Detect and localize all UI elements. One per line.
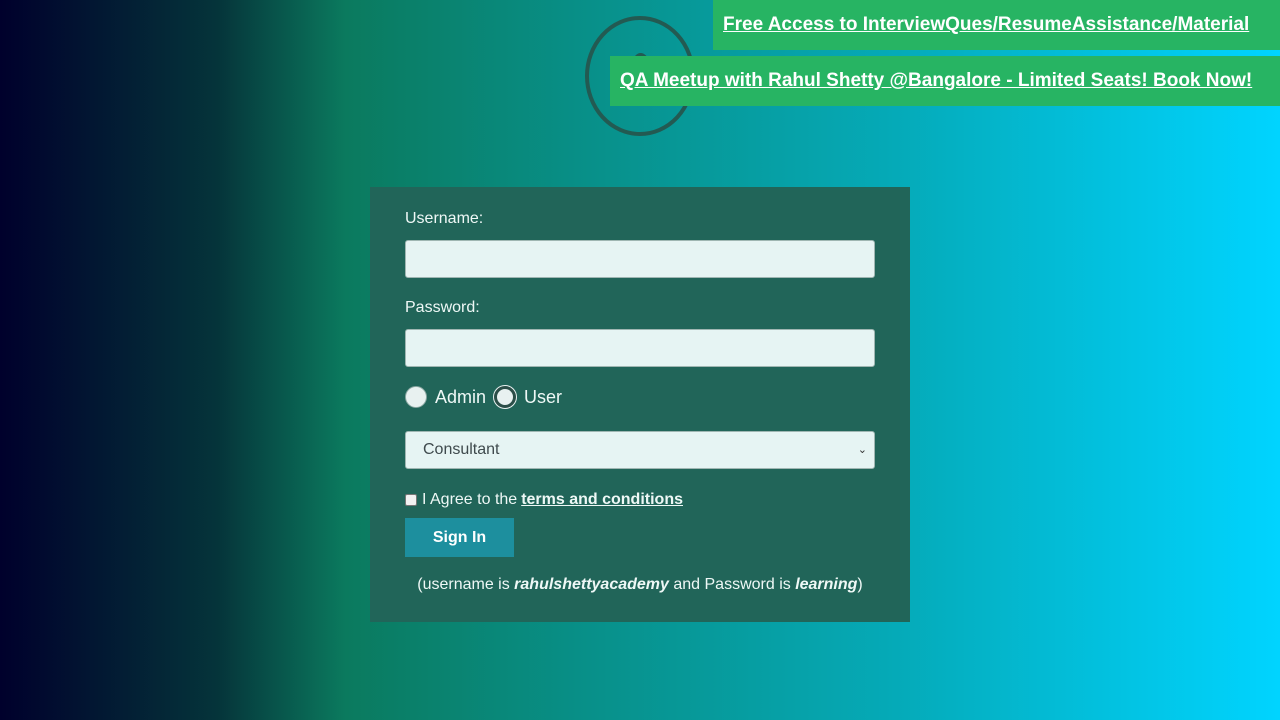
terms-link[interactable]: terms and conditions bbox=[521, 491, 683, 509]
user-radio-label[interactable]: User bbox=[524, 387, 562, 408]
hint-password: learning bbox=[795, 576, 858, 593]
admin-radio[interactable] bbox=[405, 386, 427, 408]
hint-username: rahulshettyacademy bbox=[514, 576, 669, 593]
hint-suffix: ) bbox=[857, 576, 863, 593]
qa-meetup-link[interactable]: QA Meetup with Rahul Shetty @Bangalore -… bbox=[620, 70, 1252, 91]
interview-material-banner: Free Access to InterviewQues/ResumeAssis… bbox=[713, 0, 1280, 50]
username-input[interactable] bbox=[405, 240, 875, 278]
hint-prefix: (username is bbox=[417, 576, 515, 593]
hint-middle: and Password is bbox=[668, 576, 796, 593]
interview-material-link[interactable]: Free Access to InterviewQues/ResumeAssis… bbox=[723, 14, 1249, 35]
qa-meetup-banner: QA Meetup with Rahul Shetty @Bangalore -… bbox=[610, 56, 1280, 106]
password-input[interactable] bbox=[405, 329, 875, 367]
username-label: Username: bbox=[405, 210, 484, 227]
agree-text: I Agree to the bbox=[422, 491, 518, 508]
password-label: Password: bbox=[405, 299, 480, 316]
role-dropdown-value: Consultant bbox=[423, 441, 500, 458]
terms-checkbox[interactable] bbox=[405, 494, 417, 506]
admin-radio-label[interactable]: Admin bbox=[435, 387, 486, 408]
terms-row: I Agree to the terms and conditions bbox=[405, 490, 875, 510]
credentials-hint: (username is rahulshettyacademy and Pass… bbox=[405, 574, 875, 596]
role-dropdown[interactable]: Consultant ⌄ bbox=[405, 431, 875, 469]
user-radio[interactable] bbox=[494, 386, 517, 408]
chevron-down-icon: ⌄ bbox=[857, 444, 867, 456]
sign-in-button[interactable]: Sign In bbox=[405, 518, 514, 557]
role-radio-group: Admin User bbox=[405, 384, 875, 410]
login-form: Username: Password: Admin User Consultan… bbox=[370, 187, 910, 622]
